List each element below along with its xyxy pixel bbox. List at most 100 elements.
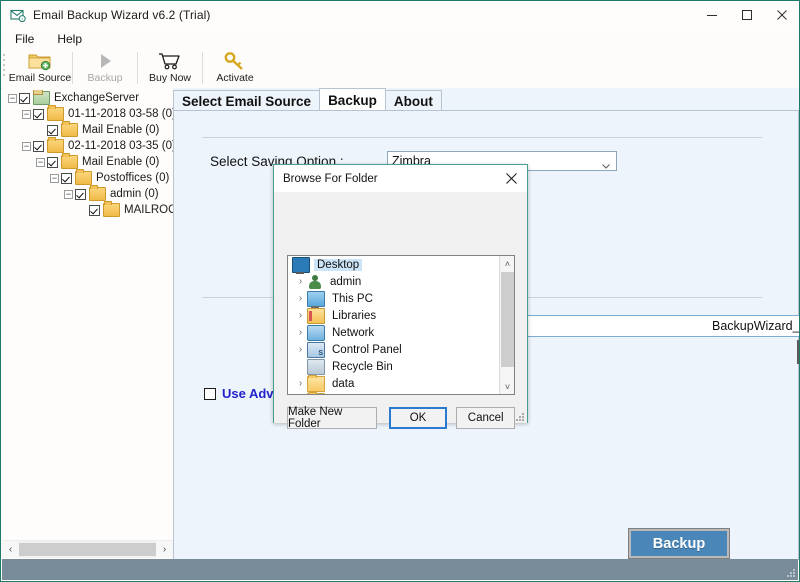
close-icon[interactable]: [495, 165, 527, 192]
scroll-right-icon[interactable]: ›: [156, 541, 173, 558]
toolbar-button-email-source[interactable]: Email Source: [8, 49, 72, 87]
tree-checkbox[interactable]: [75, 188, 86, 200]
email-source-tree-panel: − ExchangeServer − 01-11-2018 03-58 (0) …: [2, 88, 173, 560]
folder-item-libraries[interactable]: › Libraries: [288, 307, 500, 324]
folder-item-label: Network: [332, 326, 375, 339]
scroll-left-icon[interactable]: ‹: [2, 541, 19, 558]
toolbar: Email Source Backup Buy Now Activate: [1, 49, 799, 89]
close-icon[interactable]: [764, 1, 799, 29]
scrollbar-thumb[interactable]: [19, 543, 156, 556]
recycle-bin-icon: [307, 358, 325, 375]
tree-node-mail-enable-2[interactable]: − Mail Enable (0): [2, 153, 173, 170]
expander-icon[interactable]: −: [64, 189, 73, 199]
user-icon: [307, 274, 323, 289]
folder-item-label: This PC: [332, 292, 373, 305]
folder-item-network[interactable]: › Network: [288, 324, 500, 341]
folder-item-desktop[interactable]: Desktop: [288, 256, 500, 274]
browse-for-folder-dialog: Browse For Folder Desktop › admin › This…: [273, 164, 528, 430]
chevron-right-icon[interactable]: ›: [294, 310, 307, 321]
chevron-down-icon: [602, 158, 610, 169]
expander-icon[interactable]: −: [50, 173, 59, 183]
tree-node-exchangeserver[interactable]: − ExchangeServer: [2, 90, 173, 106]
folder-item-label: Control Panel: [332, 343, 402, 356]
folder-add-icon: [28, 51, 52, 71]
backup-button[interactable]: Backup: [628, 528, 730, 559]
status-bar: [2, 559, 798, 580]
chevron-right-icon[interactable]: ›: [294, 276, 307, 287]
folder-item-label: Libraries: [332, 309, 377, 322]
tree-horizontal-scrollbar[interactable]: ‹ ›: [2, 540, 173, 558]
tree-checkbox[interactable]: [61, 172, 72, 184]
folder-icon: [307, 391, 325, 394]
application-window: i Email Backup Wizard v6.2 (Trial) File …: [0, 0, 800, 582]
cart-icon: [158, 51, 182, 71]
tree-view[interactable]: − ExchangeServer − 01-11-2018 03-58 (0) …: [2, 90, 173, 538]
chevron-right-icon[interactable]: ›: [294, 327, 307, 338]
chevron-right-icon[interactable]: ›: [294, 344, 307, 355]
folder-item-data[interactable]: › data: [288, 374, 500, 392]
maximize-icon[interactable]: [729, 1, 764, 29]
folder-item-admin[interactable]: › admin: [288, 273, 500, 290]
folder-item-label: admin: [330, 275, 362, 288]
tree-checkbox[interactable]: [33, 108, 44, 120]
tree-node-01-11-2018[interactable]: − 01-11-2018 03-58 (0): [2, 105, 173, 122]
folder-icon: [47, 105, 64, 121]
folder-item-recycle-bin[interactable]: Recycle Bin: [288, 358, 500, 375]
tree-node-mailroot[interactable]: MAILROOT (0: [2, 201, 173, 218]
tab-about[interactable]: About: [384, 90, 442, 111]
tree-node-02-11-2018[interactable]: − 02-11-2018 03-35 (0): [2, 137, 173, 154]
scroll-down-icon[interactable]: ˅: [500, 379, 514, 394]
tree-node-postoffices[interactable]: − Postoffices (0): [2, 169, 173, 186]
tree-checkbox[interactable]: [47, 124, 58, 136]
scroll-up-icon[interactable]: ˄: [500, 256, 514, 271]
menu-bar: File Help: [1, 29, 799, 49]
toolbar-button-activate[interactable]: Activate: [203, 49, 267, 87]
advanced-settings-checkbox[interactable]: [204, 387, 216, 400]
expander-icon[interactable]: −: [22, 109, 31, 119]
tree-checkbox[interactable]: [47, 156, 58, 168]
tab-backup[interactable]: Backup: [319, 88, 386, 111]
tree-checkbox[interactable]: [33, 140, 44, 152]
toolbar-button-backup[interactable]: Backup: [73, 49, 137, 87]
tree-node-label: MAILROOT (0: [124, 204, 173, 216]
chevron-right-icon[interactable]: ›: [294, 293, 307, 304]
toolbar-label-email-source: Email Source: [8, 72, 72, 84]
tree-checkbox[interactable]: [19, 92, 30, 104]
tree-node-label: Postoffices (0): [96, 172, 170, 184]
folder-item-new-folder[interactable]: New folder: [288, 391, 500, 394]
folder-item-this-pc[interactable]: › This PC: [288, 290, 500, 308]
envelope-icon: i: [10, 7, 26, 23]
menu-item-help[interactable]: Help: [48, 30, 91, 48]
expander-icon[interactable]: −: [8, 93, 17, 103]
folder-tree-scrollbar[interactable]: ˄ ˅: [499, 256, 514, 394]
tab-select-email-source[interactable]: Select Email Source: [173, 90, 321, 111]
folder-tree[interactable]: Desktop › admin › This PC › Libraries › …: [287, 255, 515, 395]
expander-icon[interactable]: −: [36, 157, 45, 167]
svg-text:i: i: [22, 16, 23, 21]
libraries-icon: [307, 307, 325, 324]
cancel-button[interactable]: Cancel: [456, 407, 515, 429]
tree-node-label: 01-11-2018 03-58 (0): [68, 108, 173, 120]
key-icon: [224, 51, 246, 71]
pc-icon: [307, 290, 325, 308]
chevron-right-icon[interactable]: ›: [294, 378, 307, 389]
tree-checkbox[interactable]: [89, 204, 100, 216]
ok-button[interactable]: OK: [388, 407, 448, 429]
menu-item-file[interactable]: File: [6, 30, 43, 48]
folder-item-control-panel[interactable]: › Control Panel: [288, 341, 500, 358]
tree-node-label: admin (0): [110, 188, 159, 200]
play-icon: [95, 51, 115, 71]
minimize-icon[interactable]: [694, 1, 729, 29]
toolbar-label-activate: Activate: [216, 72, 254, 84]
window-resize-grip[interactable]: [785, 567, 795, 577]
expander-icon[interactable]: −: [22, 141, 31, 151]
saving-option-row: Select Saving Option : Zimbra: [202, 137, 762, 171]
tree-node-admin[interactable]: − admin (0): [2, 185, 173, 202]
toolbar-button-buy-now[interactable]: Buy Now: [138, 49, 202, 87]
dialog-resize-grip[interactable]: [515, 412, 524, 421]
scrollbar-thumb[interactable]: [501, 272, 514, 367]
make-new-folder-button[interactable]: Make New Folder: [287, 406, 377, 430]
scrollbar-track[interactable]: [19, 541, 156, 558]
tree-node-mail-enable-1[interactable]: Mail Enable (0): [2, 121, 173, 138]
tree-node-label: Mail Enable (0): [82, 124, 160, 136]
